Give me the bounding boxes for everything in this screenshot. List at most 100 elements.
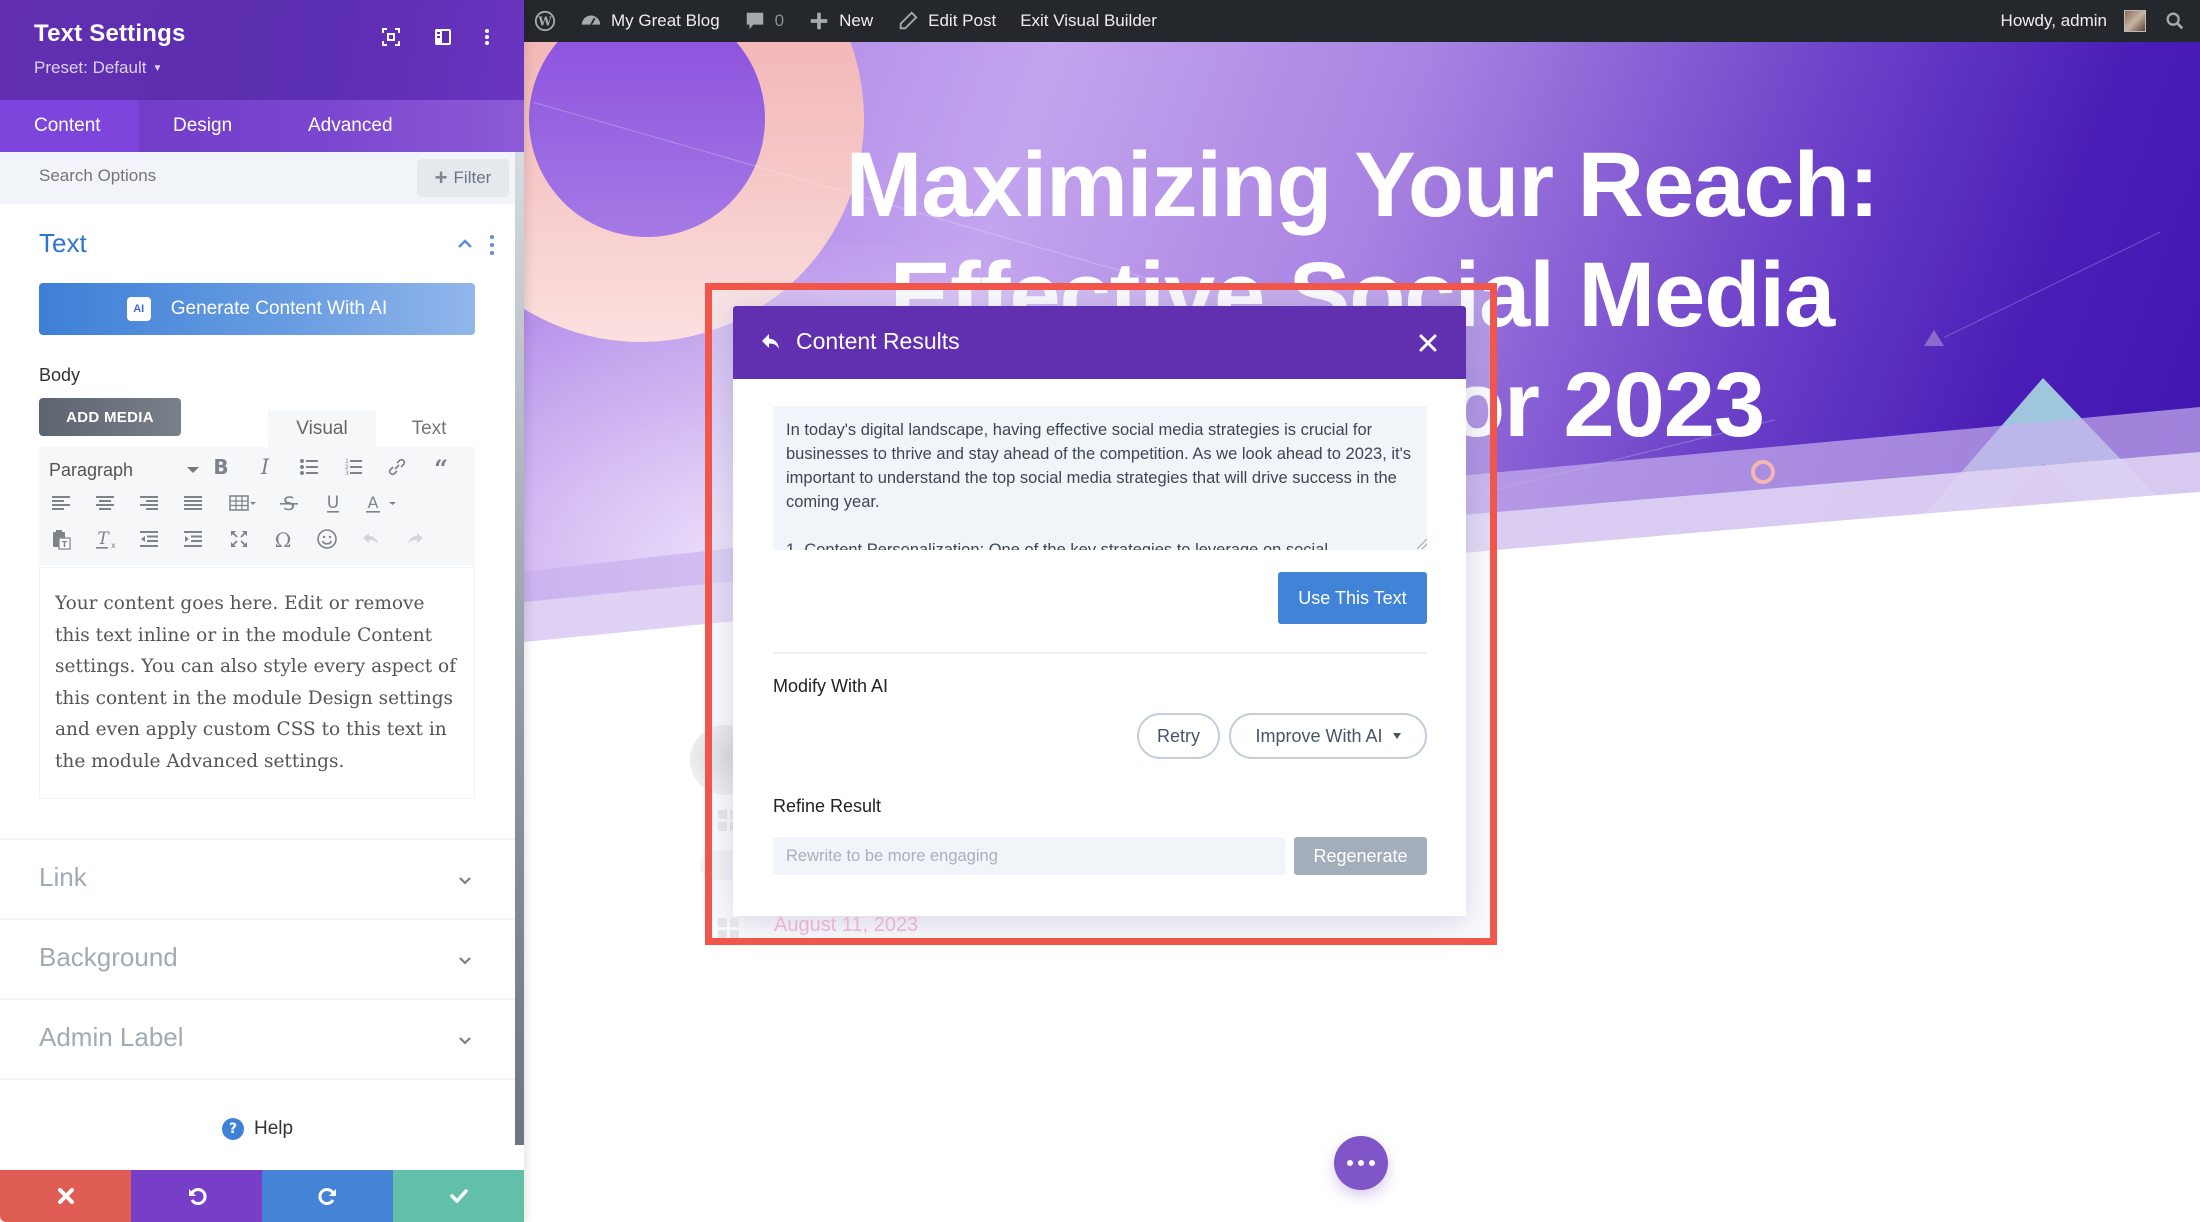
table-icon	[229, 495, 256, 511]
decorative-small-ring	[1751, 460, 1775, 484]
focus-mode-icon	[382, 28, 400, 46]
editor-tab-text[interactable]: Text	[383, 410, 475, 447]
chevron-up-icon[interactable]	[455, 234, 475, 254]
svg-text:B: B	[213, 456, 228, 478]
help-link[interactable]: ? Help	[222, 1118, 293, 1140]
table-button[interactable]	[223, 487, 263, 519]
body-editor[interactable]: Your content goes here. Edit or remove t…	[39, 567, 475, 799]
search-icon	[2166, 12, 2184, 30]
preset-selector[interactable]: Preset: Default ▼	[34, 58, 162, 78]
generate-content-with-ai-button[interactable]: AI Generate Content With AI	[39, 283, 475, 335]
section-options-icon[interactable]	[488, 234, 496, 256]
panel-scrollbar[interactable]	[515, 152, 524, 1145]
screen: Maximizing Your Reach: Effective Social …	[0, 0, 2200, 1222]
site-name-link[interactable]: My Great Blog	[568, 0, 732, 42]
section-background[interactable]: Background	[0, 918, 515, 998]
save-button[interactable]	[393, 1170, 524, 1222]
bullet-list-button[interactable]	[293, 451, 325, 483]
modal-header: Content Results	[733, 306, 1466, 379]
omega-icon: Ω	[275, 528, 292, 550]
pencil-icon	[899, 11, 918, 30]
retry-button[interactable]: Retry	[1137, 713, 1220, 759]
bold-button[interactable]: B	[205, 451, 237, 483]
italic-button[interactable]: I	[249, 451, 281, 483]
align-center-button[interactable]	[89, 487, 121, 519]
bullet-list-icon	[300, 459, 318, 475]
tab-design[interactable]: Design	[139, 100, 278, 152]
undo-changes-button[interactable]	[131, 1170, 262, 1222]
section-admin-label-label: Admin Label	[39, 1022, 184, 1052]
caret-down-icon	[187, 467, 199, 473]
checkmark-icon	[449, 1189, 468, 1203]
back-arrow-icon[interactable]	[759, 330, 783, 354]
align-left-button[interactable]	[45, 487, 77, 519]
user-account-menu[interactable]: Howdy, admin	[1989, 0, 2152, 42]
chevron-down-icon	[459, 957, 471, 965]
close-icon	[57, 1188, 74, 1204]
tab-content[interactable]: Content	[0, 100, 139, 152]
format-select[interactable]: Paragraph	[49, 455, 199, 485]
filter-button[interactable]: + Filter	[417, 159, 509, 197]
undo-icon	[188, 1188, 206, 1205]
emoji-button[interactable]	[311, 523, 343, 555]
section-link[interactable]: Link	[0, 838, 515, 918]
redo-icon	[318, 1188, 336, 1205]
text-color-button[interactable]: A	[361, 487, 401, 519]
add-media-button[interactable]: ADD MEDIA	[39, 398, 181, 436]
wordpress-logo-button[interactable]: W	[524, 0, 568, 42]
fullscreen-icon	[231, 531, 247, 547]
numbered-list-icon: 123	[345, 458, 362, 477]
emoji-icon	[317, 529, 337, 549]
exit-visual-builder-link[interactable]: Exit Visual Builder	[1008, 0, 1169, 42]
undo-button[interactable]	[355, 523, 387, 555]
fullscreen-button[interactable]	[223, 523, 255, 555]
edit-post-link[interactable]: Edit Post	[885, 0, 1008, 42]
outdent-icon	[140, 531, 158, 547]
svg-text:Ω: Ω	[275, 528, 292, 550]
redo-changes-button[interactable]	[262, 1170, 393, 1222]
numbered-list-button[interactable]: 123	[337, 451, 369, 483]
dashboard-icon	[581, 15, 601, 26]
underline-button[interactable]: U	[317, 487, 349, 519]
tab-advanced[interactable]: Advanced	[278, 100, 393, 152]
sidebar-layout-button[interactable]	[430, 24, 456, 50]
content-results-modal: Content Results In today's digital lands…	[733, 306, 1466, 916]
redo-button[interactable]	[399, 523, 431, 555]
search-button[interactable]	[2152, 0, 2200, 42]
section-link-label: Link	[39, 862, 87, 892]
align-right-button[interactable]	[133, 487, 165, 519]
blockquote-button[interactable]: “	[425, 451, 457, 483]
focus-mode-button[interactable]	[378, 24, 404, 50]
more-options-button[interactable]	[474, 24, 500, 50]
generated-content-textarea[interactable]: In today's digital landscape, having eff…	[773, 406, 1427, 550]
section-admin-label[interactable]: Admin Label	[0, 998, 515, 1078]
paste-as-text-button[interactable]: T	[45, 523, 77, 555]
strikethrough-icon: S	[280, 493, 298, 514]
text-section-title[interactable]: Text	[39, 228, 87, 259]
builder-menu-button[interactable]	[1334, 1136, 1388, 1190]
svg-text:“: “	[434, 456, 448, 478]
new-content-link[interactable]: New	[796, 0, 885, 42]
clear-formatting-button[interactable]: Tx	[89, 523, 121, 555]
outdent-button[interactable]	[133, 523, 165, 555]
search-options-input[interactable]	[39, 166, 339, 186]
comments-link[interactable]: 0	[732, 0, 796, 42]
regenerate-button[interactable]: Regenerate	[1294, 837, 1427, 875]
link-button[interactable]	[381, 451, 413, 483]
improve-with-ai-dropdown[interactable]: Improve With AI	[1229, 713, 1427, 759]
bold-icon: B	[213, 456, 228, 478]
refine-prompt-input[interactable]	[773, 837, 1285, 875]
wordpress-icon: W	[534, 10, 556, 32]
indent-button[interactable]	[177, 523, 209, 555]
resize-handle[interactable]	[1417, 539, 1427, 549]
strikethrough-button[interactable]: S	[273, 487, 305, 519]
discard-button[interactable]	[0, 1170, 131, 1222]
use-this-text-button[interactable]: Use This Text	[1278, 572, 1427, 624]
svg-text:T: T	[62, 540, 68, 549]
plus-icon	[810, 12, 828, 30]
divider	[773, 652, 1427, 654]
special-character-button[interactable]: Ω	[267, 523, 299, 555]
justify-button[interactable]	[177, 487, 209, 519]
close-icon[interactable]	[1416, 331, 1440, 355]
editor-tab-visual[interactable]: Visual	[268, 410, 376, 447]
